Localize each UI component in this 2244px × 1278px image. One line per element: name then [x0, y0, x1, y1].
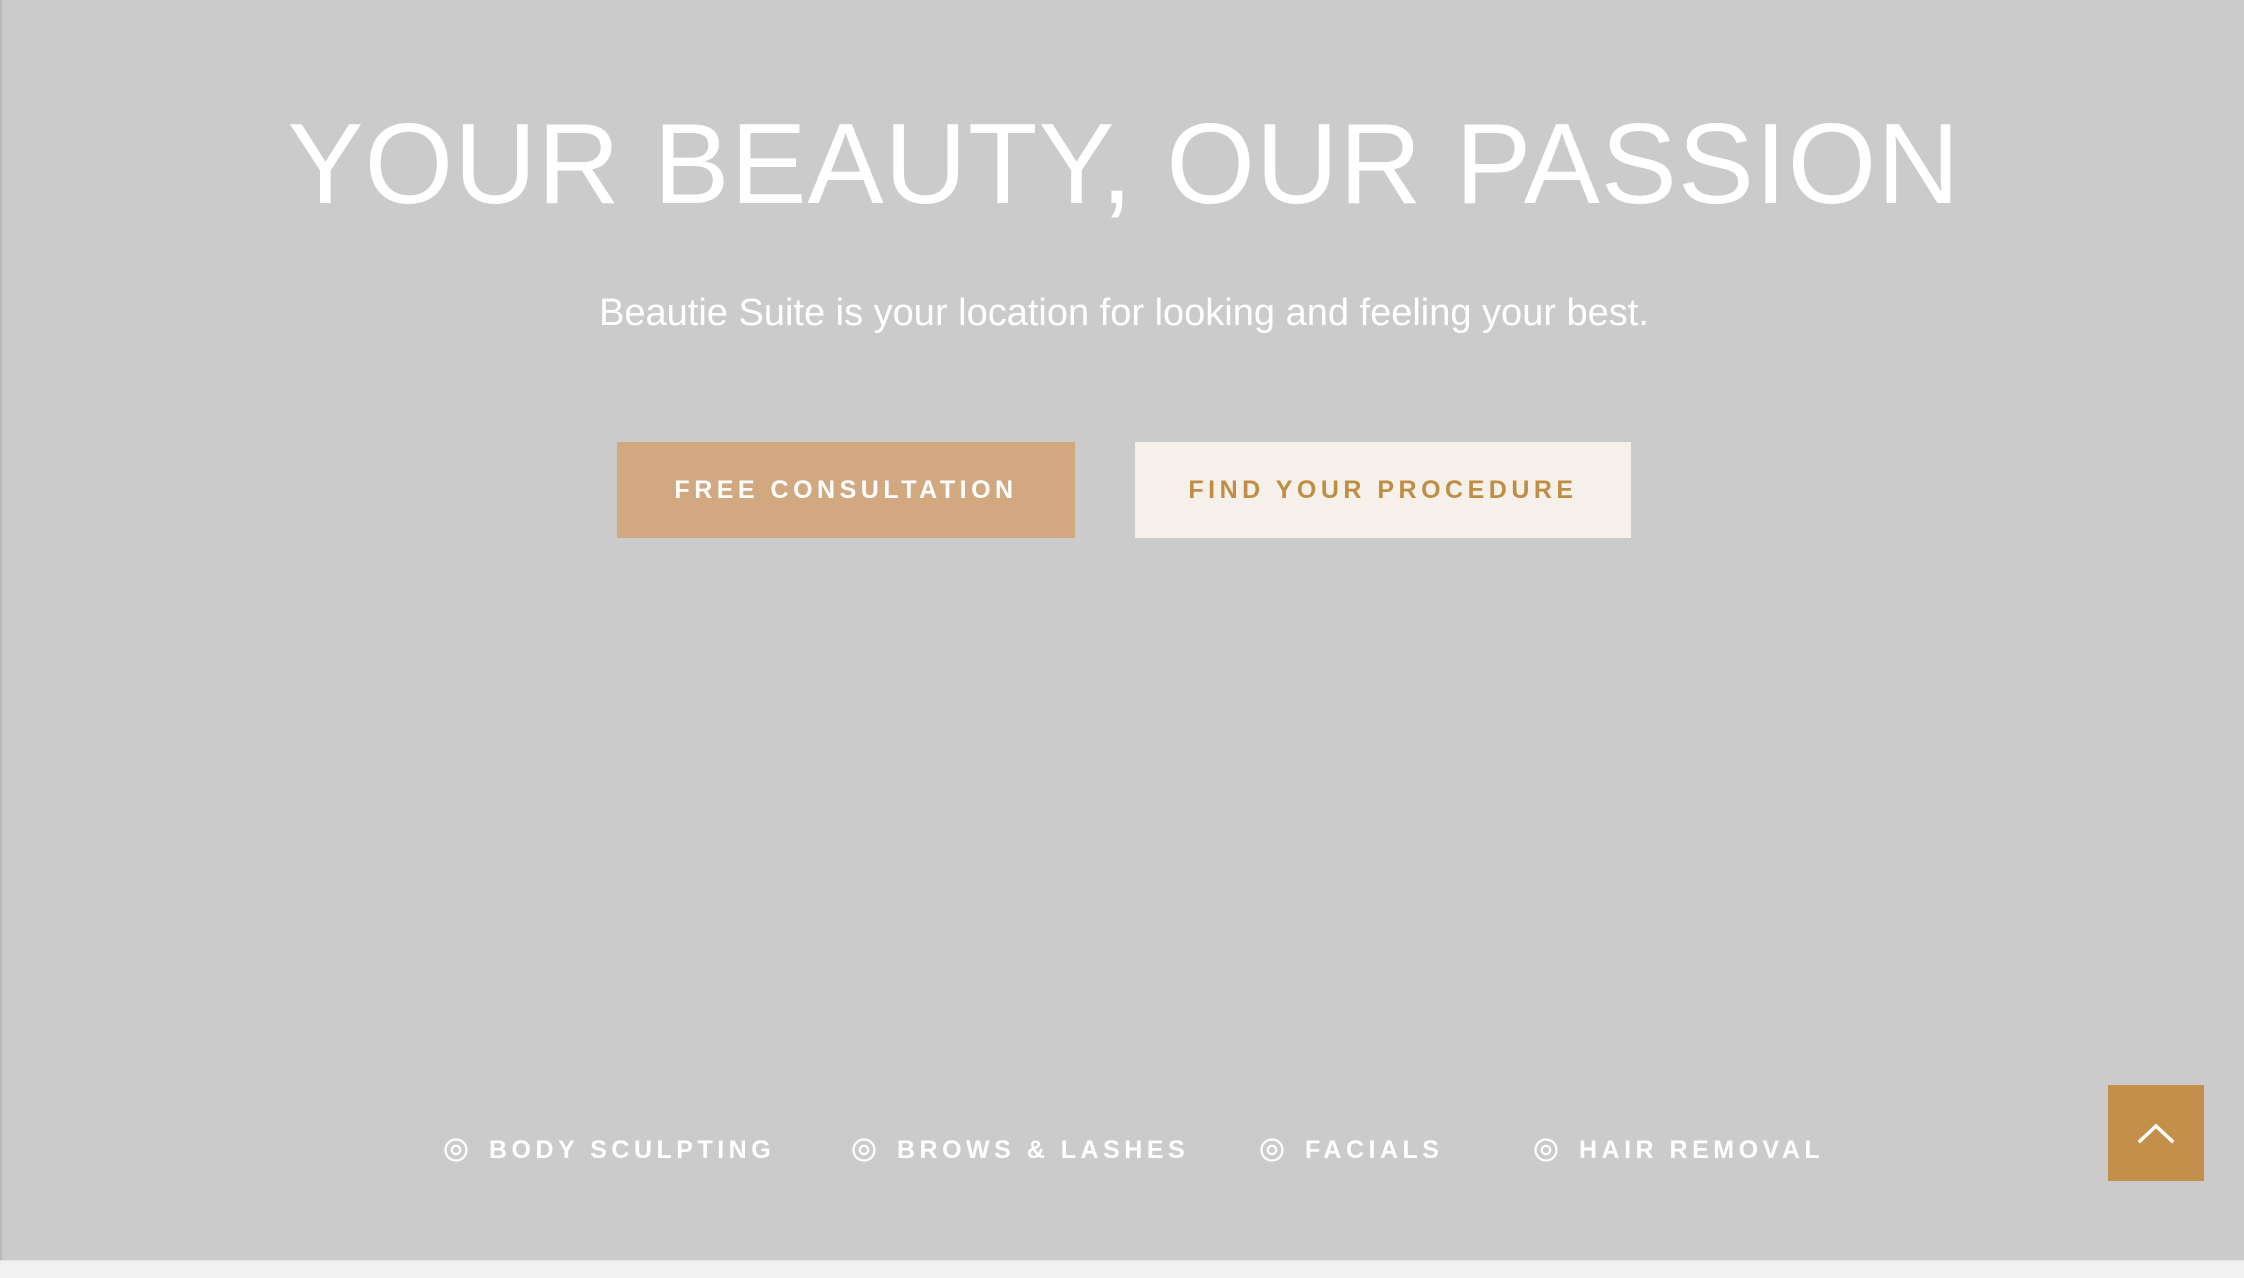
target-icon	[852, 1138, 876, 1162]
page-bottom-edge	[0, 1260, 2244, 1278]
category-links: BODY SCULPTING BROWS & LASHES FACIALS HA…	[2, 1130, 2244, 1170]
scroll-to-top-button[interactable]	[2108, 1085, 2204, 1181]
hero-subtitle: Beautie Suite is your location for looki…	[599, 292, 1649, 334]
category-label: HAIR REMOVAL	[1579, 1135, 1825, 1164]
hero-headline: YOUR BEAUTY, OUR PASSION	[287, 101, 1961, 228]
target-icon	[444, 1138, 468, 1162]
category-link-hair-removal[interactable]: HAIR REMOVAL	[1533, 1130, 1824, 1170]
category-link-body-sculpting[interactable]: BODY SCULPTING	[443, 1130, 775, 1170]
category-link-facials[interactable]: FACIALS	[1259, 1130, 1443, 1170]
target-icon	[1260, 1138, 1284, 1162]
category-label: BODY SCULPTING	[489, 1135, 776, 1164]
category-link-brows-lashes[interactable]: BROWS & LASHES	[851, 1130, 1189, 1170]
hero-section: YOUR BEAUTY, OUR PASSION Beautie Suite i…	[0, 0, 2244, 1260]
category-label: FACIALS	[1305, 1135, 1444, 1164]
chevron-up-icon	[2137, 1123, 2175, 1144]
find-your-procedure-button[interactable]: FIND YOUR PROCEDURE	[1135, 442, 1631, 538]
category-label: BROWS & LASHES	[897, 1135, 1190, 1164]
target-icon	[1534, 1138, 1558, 1162]
free-consultation-button[interactable]: FREE CONSULTATION	[617, 442, 1075, 538]
